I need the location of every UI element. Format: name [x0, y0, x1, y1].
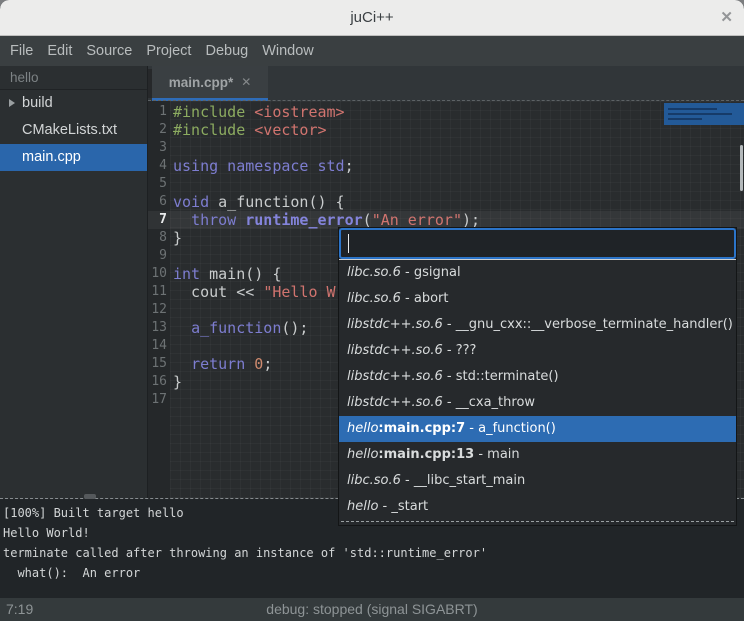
line-number: 17 [148, 391, 167, 409]
line-number: 4 [148, 157, 167, 175]
menu-item-project[interactable]: Project [139, 36, 198, 66]
code-line-2: #include <vector> [170, 121, 744, 139]
app-window: juCi++ ✕ FileEditSourceProjectDebugWindo… [0, 0, 744, 621]
backtrace-row[interactable]: libstdc++.so.6 - std::terminate() [339, 364, 736, 390]
menu-item-edit[interactable]: Edit [40, 36, 79, 66]
line-number: 10 [148, 265, 167, 283]
line-number: 11 [148, 283, 167, 301]
debug-tooltip-preview [664, 103, 744, 125]
line-number: 7 [148, 211, 167, 229]
pane-resize-handle[interactable] [84, 494, 96, 499]
backtrace-filter-input[interactable] [339, 228, 736, 259]
backtrace-row[interactable]: libc.so.6 - __libc_start_main [339, 468, 736, 494]
line-number: 16 [148, 373, 167, 391]
line-number: 9 [148, 247, 167, 265]
menubar: FileEditSourceProjectDebugWindow [0, 36, 744, 66]
debug-status: debug: stopped (signal SIGABRT) [0, 601, 744, 617]
menu-item-file[interactable]: File [3, 36, 40, 66]
popup-scrollbar[interactable] [740, 145, 743, 191]
tab-label: main.cpp* [169, 75, 234, 90]
line-number: 3 [148, 139, 167, 157]
line-number: 14 [148, 337, 167, 355]
menu-item-debug[interactable]: Debug [198, 36, 255, 66]
status-bar: 7:19 debug: stopped (signal SIGABRT) [0, 598, 744, 621]
project-name: hello [0, 66, 147, 90]
backtrace-row[interactable]: hello:main.cpp:13 - main [339, 442, 736, 468]
window-close-button[interactable]: ✕ [720, 8, 733, 26]
backtrace-row[interactable]: libstdc++.so.6 - __gnu_cxx::__verbose_te… [339, 312, 736, 338]
backtrace-row[interactable]: libc.so.6 - abort [339, 286, 736, 312]
code-line-4: using namespace std; [170, 157, 744, 175]
tree-item-label: CMakeLists.txt [22, 122, 117, 138]
expander-icon[interactable] [9, 99, 15, 107]
popup-focus-dash [341, 521, 734, 525]
menu-item-source[interactable]: Source [79, 36, 139, 66]
tab-close-icon[interactable]: ✕ [241, 75, 251, 89]
tab-main-cpp[interactable]: main.cpp* ✕ [152, 66, 268, 101]
code-line-6: void a_function() { [170, 193, 744, 211]
tree-item-main-cpp[interactable]: main.cpp [0, 144, 147, 171]
file-tree-panel: hello build CMakeLists.txt main.cpp [0, 66, 147, 499]
backtrace-row[interactable]: hello - _start [339, 494, 736, 520]
window-title: juCi++ [0, 9, 744, 26]
line-number: 8 [148, 229, 167, 247]
terminal-line: what(): An error [3, 563, 744, 583]
line-number: 15 [148, 355, 167, 373]
line-number: 5 [148, 175, 167, 193]
backtrace-row[interactable]: libc.so.6 - gsignal [339, 260, 736, 286]
editor-focus-dash-top [148, 100, 744, 101]
tree-item-label: build [22, 95, 53, 111]
code-line-3 [170, 139, 744, 157]
backtrace-row[interactable]: libstdc++.so.6 - ??? [339, 338, 736, 364]
text-cursor [348, 234, 349, 253]
titlebar[interactable]: juCi++ ✕ [0, 0, 744, 36]
code-line-1: #include <iostream> [170, 103, 744, 121]
line-number: 1 [148, 103, 167, 121]
tree-item-build[interactable]: build [0, 90, 147, 117]
line-number-gutter[interactable]: 1234567891011121314151617 [148, 103, 167, 409]
tree-item-cmakelists-txt[interactable]: CMakeLists.txt [0, 117, 147, 144]
line-number: 13 [148, 319, 167, 337]
tab-bar: main.cpp* ✕ [148, 66, 744, 101]
file-tree: build CMakeLists.txt main.cpp [0, 90, 147, 171]
backtrace-list: libc.so.6 - gsignallibc.so.6 - abortlibs… [339, 260, 736, 520]
backtrace-popup: libc.so.6 - gsignallibc.so.6 - abortlibs… [338, 227, 737, 526]
backtrace-row[interactable]: libstdc++.so.6 - __cxa_throw [339, 390, 736, 416]
line-number: 2 [148, 121, 167, 139]
backtrace-row[interactable]: hello:main.cpp:7 - a_function() [339, 416, 736, 442]
line-number: 12 [148, 301, 167, 319]
terminal-line: Hello World! [3, 523, 744, 543]
line-number: 6 [148, 193, 167, 211]
tree-item-label: main.cpp [22, 149, 81, 165]
code-line-5 [170, 175, 744, 193]
terminal-line: terminate called after throwing an insta… [3, 543, 744, 563]
menu-item-window[interactable]: Window [255, 36, 321, 66]
